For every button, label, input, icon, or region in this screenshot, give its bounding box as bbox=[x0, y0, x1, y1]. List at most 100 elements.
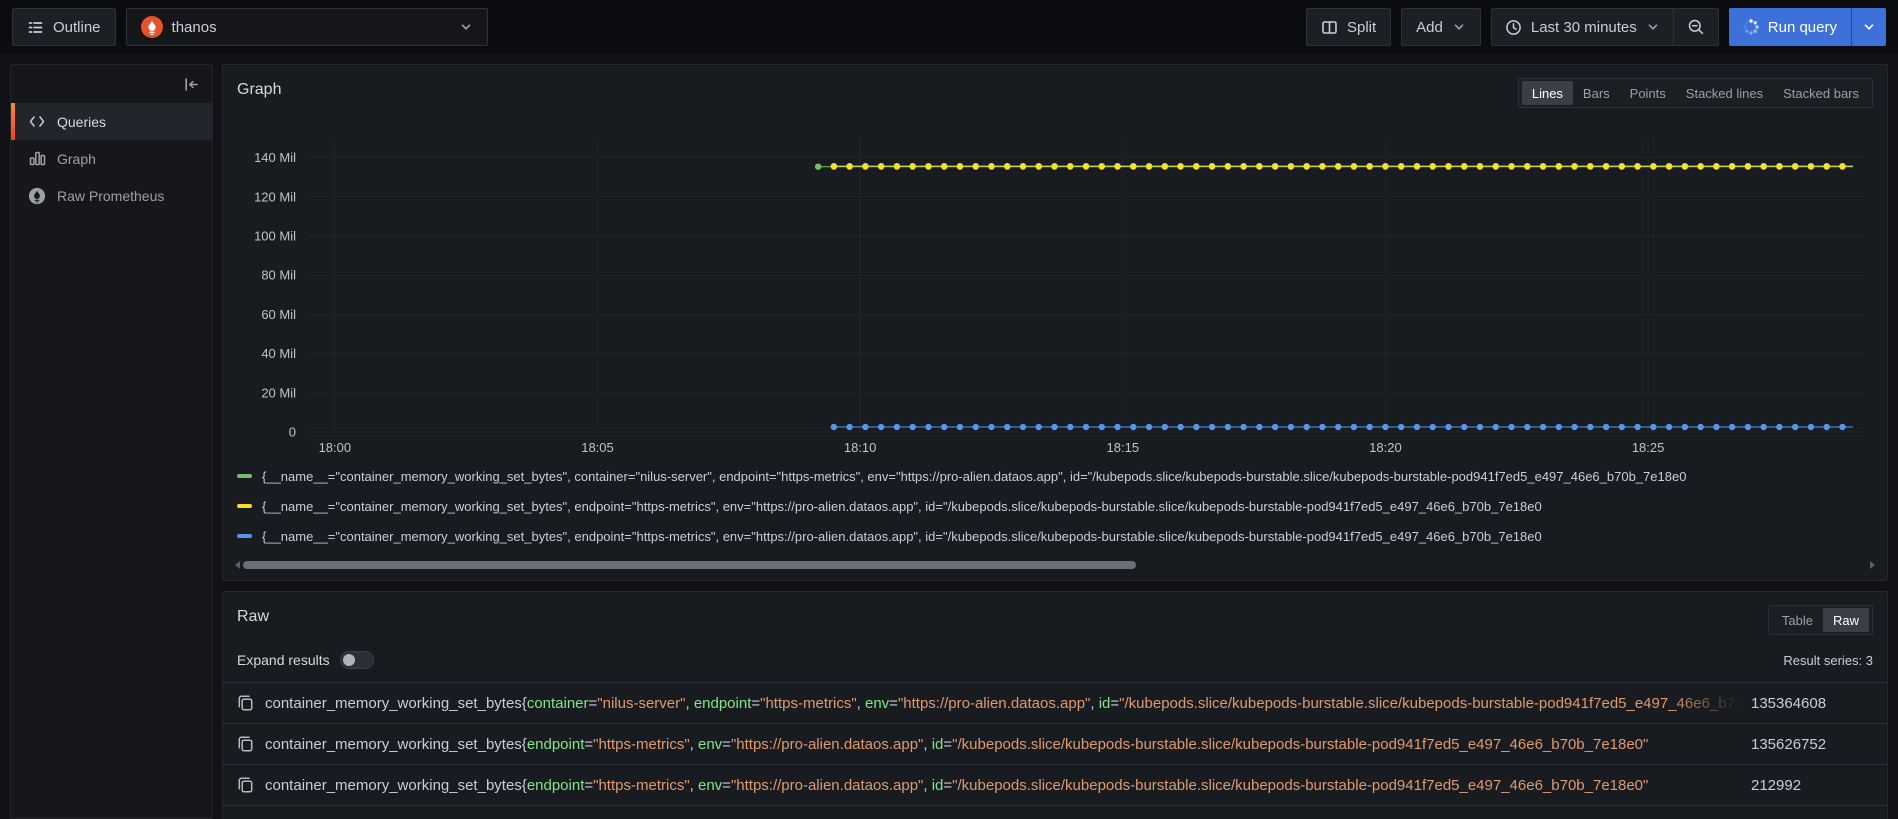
datasource-name: thanos bbox=[172, 19, 217, 36]
split-label: Split bbox=[1347, 19, 1376, 36]
prometheus-icon bbox=[141, 16, 163, 38]
raw-panel-title: Raw bbox=[237, 605, 269, 626]
legend-item[interactable]: {__name__="container_memory_working_set_… bbox=[237, 521, 1877, 551]
time-series-chart[interactable]: 0 20 Mil 40 Mil 60 Mil 80 Mil 100 Mil 120 Mil 1… bbox=[224, 119, 1888, 457]
sidebar-item-raw-prometheus[interactable]: Raw Prometheus bbox=[11, 177, 212, 214]
graph-style-points[interactable]: Points bbox=[1620, 81, 1676, 105]
code-brackets-icon bbox=[28, 114, 46, 129]
run-query-button[interactable]: Run query bbox=[1729, 8, 1886, 46]
svg-text:18:15: 18:15 bbox=[1107, 440, 1140, 455]
graph-panel-header: Graph Lines Bars Points Stacked lines St… bbox=[223, 65, 1887, 108]
graph-style-bars[interactable]: Bars bbox=[1573, 81, 1620, 105]
sidebar-item-label: Queries bbox=[57, 114, 106, 130]
chart-legend: {__name__="container_memory_working_set_… bbox=[237, 461, 1877, 551]
svg-text:40 Mil: 40 Mil bbox=[261, 346, 296, 361]
explore-sidebar: Queries Graph Raw Prometheus bbox=[10, 64, 213, 819]
series-label: {__name__="container_memory_working_set_… bbox=[262, 499, 1542, 514]
metric-value: 212992 bbox=[1751, 777, 1873, 794]
svg-text:18:05: 18:05 bbox=[581, 440, 614, 455]
series-color-swatch bbox=[237, 534, 252, 538]
copy-icon[interactable] bbox=[237, 776, 254, 794]
metric-value: 135364608 bbox=[1751, 695, 1873, 712]
graph-panel: Graph Lines Bars Points Stacked lines St… bbox=[222, 64, 1888, 581]
metric-expression[interactable]: container_memory_working_set_bytes{endpo… bbox=[265, 777, 1740, 794]
split-button[interactable]: Split bbox=[1306, 8, 1391, 46]
sidebar-header bbox=[11, 65, 212, 103]
explore-toolbar: Outline thanos Split Add bbox=[0, 0, 1898, 54]
run-query-label: Run query bbox=[1768, 19, 1837, 36]
raw-view-raw[interactable]: Raw bbox=[1823, 608, 1869, 632]
svg-text:120 Mil: 120 Mil bbox=[254, 189, 296, 204]
sidebar-item-graph[interactable]: Graph bbox=[11, 140, 212, 177]
run-query-caret[interactable] bbox=[1851, 8, 1886, 46]
time-range-picker[interactable]: Last 30 minutes bbox=[1492, 9, 1673, 45]
svg-text:18:20: 18:20 bbox=[1369, 440, 1402, 455]
raw-view-table[interactable]: Table bbox=[1772, 608, 1823, 632]
copy-icon[interactable] bbox=[237, 735, 254, 753]
zoom-out-button[interactable] bbox=[1673, 9, 1718, 45]
time-range-label: Last 30 minutes bbox=[1531, 19, 1637, 36]
metric-expression[interactable]: container_memory_working_set_bytes{conta… bbox=[265, 695, 1740, 712]
series-color-swatch bbox=[237, 474, 252, 478]
sidebar-item-label: Graph bbox=[57, 151, 96, 167]
graph-style-lines[interactable]: Lines bbox=[1522, 81, 1573, 105]
zoom-out-icon bbox=[1687, 18, 1705, 36]
scrollbar-thumb[interactable] bbox=[243, 561, 1136, 569]
graph-style-stacked-lines[interactable]: Stacked lines bbox=[1676, 81, 1773, 105]
metric-expression[interactable]: container_memory_working_set_bytes{endpo… bbox=[265, 736, 1740, 753]
add-label: Add bbox=[1416, 19, 1443, 36]
svg-text:20 Mil: 20 Mil bbox=[261, 385, 296, 400]
expand-results-toggle[interactable] bbox=[340, 651, 374, 669]
raw-options-row: Expand results Result series: 3 bbox=[223, 651, 1887, 669]
svg-text:18:10: 18:10 bbox=[844, 440, 877, 455]
raw-results-list: container_memory_working_set_bytes{conta… bbox=[223, 682, 1887, 806]
raw-panel-header: Raw Table Raw bbox=[223, 592, 1887, 635]
clock-icon bbox=[1505, 19, 1522, 36]
add-button[interactable]: Add bbox=[1401, 8, 1481, 46]
raw-panel: Raw Table Raw Expand results Result seri… bbox=[222, 591, 1888, 819]
result-series-count: Result series: 3 bbox=[1783, 653, 1873, 668]
prometheus-gray-icon bbox=[28, 187, 46, 205]
svg-text:80 Mil: 80 Mil bbox=[261, 268, 296, 283]
svg-text:18:25: 18:25 bbox=[1632, 440, 1665, 455]
sidebar-item-queries[interactable]: Queries bbox=[11, 103, 212, 140]
scroll-right-arrow-icon[interactable] bbox=[1870, 561, 1875, 569]
chevron-down-icon bbox=[1646, 20, 1660, 34]
collapse-pane-button[interactable] bbox=[181, 74, 202, 95]
bar-chart-icon bbox=[28, 150, 46, 167]
sidebar-item-label: Raw Prometheus bbox=[57, 188, 164, 204]
outline-icon bbox=[27, 19, 44, 36]
scroll-left-arrow-icon[interactable] bbox=[235, 561, 240, 569]
legend-item[interactable]: {__name__="container_memory_working_set_… bbox=[237, 461, 1877, 491]
svg-text:100 Mil: 100 Mil bbox=[254, 229, 296, 244]
svg-text:140 Mil: 140 Mil bbox=[254, 150, 296, 165]
split-icon bbox=[1321, 19, 1338, 36]
outline-button[interactable]: Outline bbox=[12, 8, 116, 46]
graph-style-toggle: Lines Bars Points Stacked lines Stacked … bbox=[1518, 78, 1873, 108]
toggle-knob bbox=[343, 654, 355, 666]
svg-text:18:00: 18:00 bbox=[319, 440, 352, 455]
datasource-picker[interactable]: thanos bbox=[126, 8, 488, 46]
raw-result-row: container_memory_working_set_bytes{conta… bbox=[223, 683, 1887, 724]
raw-result-row: container_memory_working_set_bytes{endpo… bbox=[223, 724, 1887, 765]
loading-spinner-icon bbox=[1743, 19, 1759, 35]
svg-text:60 Mil: 60 Mil bbox=[261, 307, 296, 322]
raw-view-toggle: Table Raw bbox=[1768, 605, 1873, 635]
series-label: {__name__="container_memory_working_set_… bbox=[262, 529, 1542, 544]
svg-text:0: 0 bbox=[289, 425, 296, 440]
chevron-down-icon bbox=[459, 20, 473, 34]
copy-icon[interactable] bbox=[237, 694, 254, 712]
scrollbar-track[interactable] bbox=[243, 561, 1867, 569]
graph-style-stacked-bars[interactable]: Stacked bars bbox=[1773, 81, 1869, 105]
series-color-swatch bbox=[237, 504, 252, 508]
time-picker-group: Last 30 minutes bbox=[1491, 8, 1719, 46]
expand-results-label: Expand results bbox=[237, 652, 330, 668]
graph-panel-title: Graph bbox=[237, 78, 281, 99]
series-label: {__name__="container_memory_working_set_… bbox=[262, 469, 1686, 484]
legend-horizontal-scrollbar[interactable] bbox=[235, 560, 1875, 570]
raw-result-row: container_memory_working_set_bytes{endpo… bbox=[223, 765, 1887, 806]
outline-label: Outline bbox=[53, 19, 101, 36]
legend-item[interactable]: {__name__="container_memory_working_set_… bbox=[237, 491, 1877, 521]
chevron-down-icon bbox=[1452, 20, 1466, 34]
metric-value: 135626752 bbox=[1751, 736, 1873, 753]
